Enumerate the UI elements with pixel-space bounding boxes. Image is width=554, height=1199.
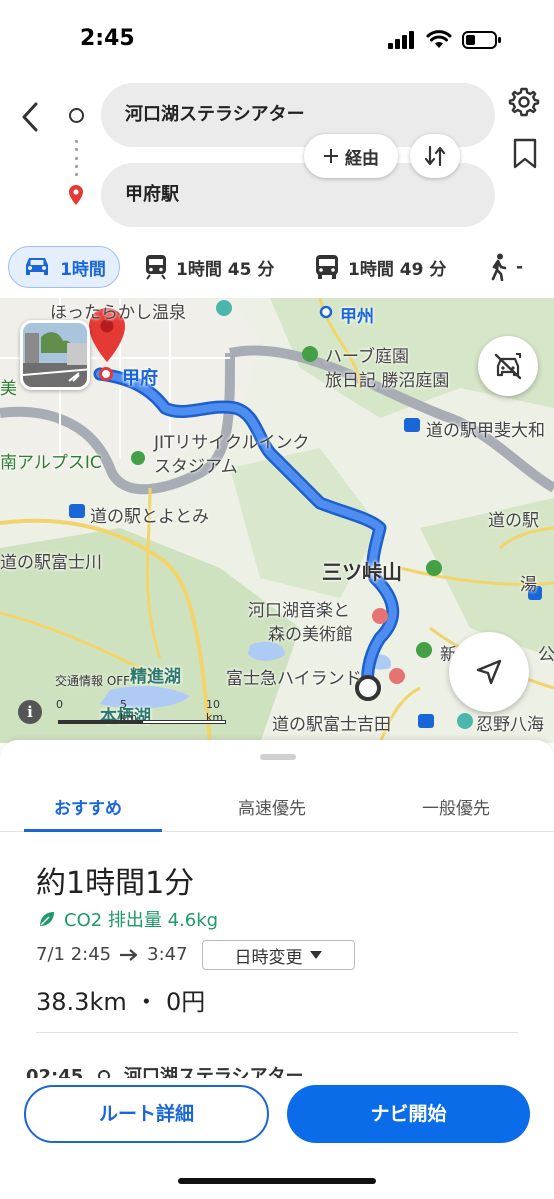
mode-train-label: 1時間 45 分 — [176, 259, 275, 280]
wifi-icon — [426, 30, 452, 48]
co2-emission: CO2 排出量 4.6kg — [38, 906, 218, 932]
car-traffic-off-icon — [494, 353, 522, 380]
swap-icon — [424, 145, 446, 167]
map-label-oshino: 忍野八海 — [476, 715, 544, 735]
divider — [36, 1032, 518, 1033]
bookmark-icon[interactable] — [512, 138, 538, 170]
map-label-michi-yoshida: 道の駅富士吉田 — [272, 715, 391, 735]
mode-train[interactable]: 1時間 45 分 — [144, 246, 274, 288]
map-label-hottarakashi: ほったらかし温泉 — [50, 303, 186, 323]
start-navigation-button[interactable]: ナビ開始 — [287, 1085, 530, 1143]
map-label-mitsutoge: 三ツ峠山 — [322, 560, 402, 584]
status-bar: 2:45 — [0, 0, 554, 80]
origin-dot-icon — [69, 108, 84, 123]
battery-icon — [462, 31, 501, 49]
mode-bus[interactable]: 1時間 49 分 — [314, 246, 446, 288]
street-view-thumbnail[interactable] — [20, 320, 90, 390]
map-label-michi-kai: 道の駅甲斐大和 — [426, 421, 545, 441]
map-label-kawaguchi-music2: 森の美術館 — [268, 625, 353, 645]
distance-and-toll: 38.3km ・ 0円 — [36, 988, 206, 1016]
map-label-gu: 公 — [538, 645, 554, 665]
leaf-icon — [40, 912, 54, 926]
depart-time: 7/1 2:45 — [36, 944, 112, 965]
tab-general-road[interactable]: 一般優先 — [422, 794, 490, 819]
arrive-time: 3:47 — [147, 944, 188, 965]
via-label: 経由 — [345, 148, 379, 169]
mode-car[interactable]: 1時間 — [8, 246, 120, 288]
street-view-image — [23, 323, 87, 387]
map-label-herb2: 旅日記 勝沼庭園 — [325, 371, 450, 391]
scale-label-0: 0 — [56, 698, 63, 711]
map-label-jit2: スタジアム — [154, 457, 238, 477]
caret-down-icon — [309, 951, 322, 959]
route-dots — [75, 140, 78, 176]
map-label-koshu: 甲州 — [340, 307, 374, 327]
status-time: 2:45 — [80, 26, 135, 51]
footer-actions: ルート詳細 ナビ開始 — [0, 1078, 554, 1199]
navigation-arrow-icon — [476, 659, 502, 685]
map-label-kofu: 甲府 — [122, 368, 158, 389]
depart-arrive-times: 7/1 2:45 3:47 — [36, 944, 188, 965]
tab-highway[interactable]: 高速優先 — [238, 794, 306, 819]
gear-icon[interactable] — [508, 86, 540, 118]
plus-icon — [324, 149, 338, 163]
map-label-minami-alps: 南アルプスIC — [0, 453, 102, 473]
my-location-button[interactable] — [449, 632, 529, 712]
train-icon — [146, 255, 166, 280]
info-icon[interactable]: i — [18, 700, 42, 724]
map-label-yu: 湯 — [520, 575, 537, 595]
sheet-handle[interactable] — [260, 754, 296, 760]
map-label-jit: JITリサイクルインク — [154, 433, 310, 453]
status-icons — [388, 30, 502, 50]
traffic-toggle-button[interactable] — [478, 336, 538, 396]
map-label-shoji: 精進湖 — [130, 667, 181, 687]
back-icon[interactable] — [16, 100, 48, 134]
route-option-tabs: おすすめ 高速優先 一般優先 — [0, 776, 554, 832]
map-label-michi-nishi: 道の駅 — [488, 511, 539, 531]
route-duration: 約1時間1分 — [36, 866, 195, 901]
map-label-mi: 美 — [0, 379, 17, 399]
arrow-right-icon — [120, 948, 138, 961]
mode-walk-label: - — [516, 257, 524, 277]
map-label-michi-fujikawa: 道の駅富士川 — [0, 553, 102, 573]
traffic-status: 交通情報 OFF — [55, 674, 131, 688]
map-label-fujikyu: 富士急ハイランド — [226, 669, 362, 689]
change-time-label: 日時変更 — [234, 947, 303, 968]
signal-icon — [388, 31, 414, 49]
map-label-kawaguchi-music: 河口湖音楽と — [248, 601, 350, 621]
route-sheet: おすすめ 高速優先 一般優先 約1時間1分 CO2 排出量 4.6kg 7/1 … — [0, 740, 554, 1199]
destination-pin-icon — [69, 185, 83, 205]
tab-recommended[interactable]: おすすめ — [54, 794, 122, 819]
tab-indicator — [24, 829, 162, 832]
home-indicator — [178, 1178, 376, 1184]
walk-icon — [491, 253, 507, 281]
bus-icon — [316, 255, 338, 279]
change-time-button[interactable]: 日時変更 — [202, 940, 355, 970]
route-detail-button[interactable]: ルート詳細 — [24, 1085, 269, 1143]
mode-car-label: 1時間 — [60, 259, 106, 280]
mode-bus-label: 1時間 49 分 — [348, 259, 447, 280]
add-via-button[interactable]: 経由 — [304, 134, 398, 178]
co2-label: CO2 排出量 4.6kg — [64, 910, 219, 931]
mode-walk[interactable]: - — [488, 246, 523, 288]
transport-mode-tabs: 1時間 1時間 45 分 1時間 49 分 - — [0, 240, 554, 292]
map-view[interactable]: ほったらかし温泉 甲州 甲府 美 ハーブ庭園 旅日記 勝沼庭園 JITリサイクル… — [0, 298, 554, 743]
car-icon — [26, 258, 49, 275]
map-label-michi-toyotomi: 道の駅とよとみ — [90, 507, 209, 527]
scale-bar — [58, 720, 226, 724]
swap-button[interactable] — [410, 134, 460, 178]
map-label-herb: ハーブ庭園 — [325, 347, 409, 367]
